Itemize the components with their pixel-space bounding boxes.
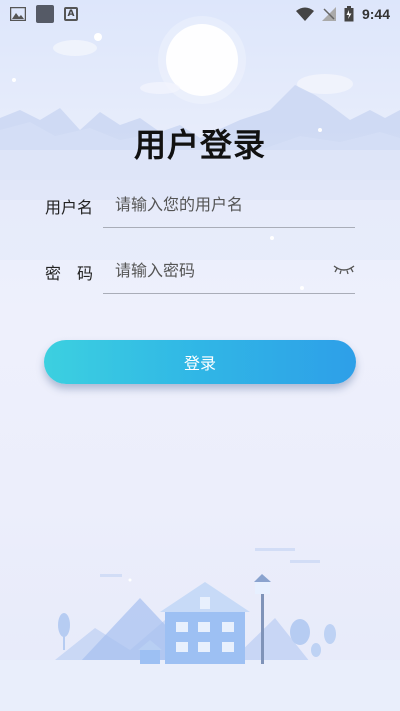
username-input[interactable] bbox=[103, 182, 355, 228]
battery-charging-icon bbox=[344, 6, 354, 22]
app-icon bbox=[36, 5, 54, 23]
signal-off-icon bbox=[321, 7, 336, 21]
username-row: 用户名 bbox=[45, 182, 355, 228]
image-icon bbox=[10, 7, 26, 21]
clock-time: 9:44 bbox=[361, 6, 390, 22]
login-button[interactable]: 登录 bbox=[44, 340, 356, 384]
page-title: 用户登录 bbox=[133, 126, 266, 164]
wifi-icon bbox=[295, 7, 314, 21]
house-illustration bbox=[160, 582, 250, 664]
password-row: 密 码 bbox=[45, 248, 355, 294]
password-input[interactable] bbox=[103, 248, 355, 294]
font-icon: A bbox=[64, 7, 78, 21]
eye-closed-icon[interactable] bbox=[333, 262, 355, 276]
username-label: 用户名 bbox=[45, 198, 94, 217]
password-label: 密 码 bbox=[45, 264, 94, 283]
status-bar: A 9:44 bbox=[0, 0, 400, 28]
